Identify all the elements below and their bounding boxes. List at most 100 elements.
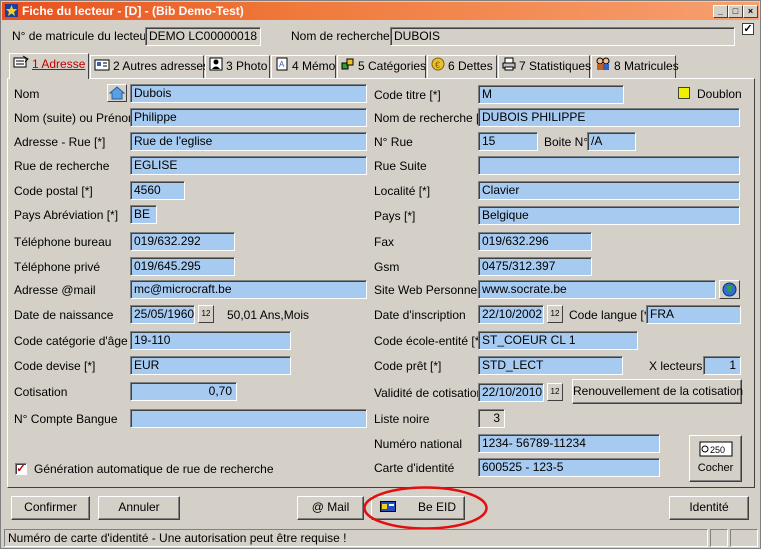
boite-field[interactable]: /A bbox=[587, 132, 636, 151]
svg-text:€: € bbox=[435, 60, 440, 70]
tel-bureau-field[interactable]: 019/632.292 bbox=[130, 232, 235, 251]
tab-categories[interactable]: 5 Catégories bbox=[337, 55, 426, 78]
doublon-label: Doublon bbox=[697, 87, 742, 101]
gsm-field[interactable]: 0475/312.397 bbox=[478, 257, 592, 276]
pays-abrev-field[interactable]: BE bbox=[130, 205, 157, 224]
minimize-button[interactable]: _ bbox=[713, 5, 728, 18]
devise-field[interactable]: EUR bbox=[130, 356, 291, 375]
nom-recherche-field[interactable]: DUBOIS PHILIPPE bbox=[478, 108, 740, 127]
langue-field[interactable]: FRA bbox=[646, 305, 741, 324]
code-postal-field[interactable]: 4560 bbox=[130, 181, 185, 200]
photo-icon bbox=[209, 57, 223, 77]
devise-label: Code devise [*] bbox=[14, 359, 96, 373]
gen-auto-checkbox[interactable]: ✓ bbox=[15, 463, 27, 475]
prenom-field[interactable]: Philippe bbox=[130, 108, 367, 127]
tab-dettes-label: 6 Dettes bbox=[448, 59, 493, 73]
memo-icon: A bbox=[275, 57, 289, 77]
globe-icon[interactable] bbox=[719, 280, 740, 299]
title-bar[interactable]: Fiche du lecteur - [D] - (Bib Demo-Test)… bbox=[2, 2, 759, 20]
annuler-button[interactable]: Annuler bbox=[98, 496, 180, 520]
validite-field[interactable]: 22/10/2010 bbox=[478, 383, 544, 402]
renouvellement-button[interactable]: Renouvellement de la cotisation bbox=[572, 379, 743, 404]
cotisation-field[interactable]: 0,70 bbox=[130, 382, 237, 401]
tab-adresse[interactable]: 1 Adresse bbox=[9, 53, 89, 79]
inscription-label: Date d'inscription bbox=[374, 308, 466, 322]
tab-dettes[interactable]: €6 Dettes bbox=[427, 55, 497, 78]
rue-field[interactable]: Rue de l'eglise bbox=[130, 132, 367, 151]
code-postal-label: Code postal [*] bbox=[14, 184, 93, 198]
rue-recherche-label: Rue de recherche bbox=[14, 159, 110, 173]
address-card-icon bbox=[94, 57, 110, 77]
num-rue-field[interactable]: 15 bbox=[478, 132, 538, 151]
house-icon[interactable] bbox=[107, 84, 127, 102]
langue-label: Code langue [*] bbox=[569, 308, 652, 322]
pays-field[interactable]: Belgique bbox=[478, 206, 740, 225]
prenom-label: Nom (suite) ou Prénom bbox=[14, 111, 139, 125]
mail-button[interactable]: @ Mail bbox=[297, 496, 364, 520]
cocher-label: Cocher bbox=[697, 462, 734, 474]
nom-field[interactable]: Dubois bbox=[130, 84, 367, 103]
tab-photo[interactable]: 3 Photo bbox=[205, 55, 270, 78]
rue-suite-field[interactable] bbox=[478, 156, 740, 175]
coins-icon: € bbox=[431, 57, 445, 77]
pays-label: Pays [*] bbox=[374, 209, 416, 223]
matricule-field[interactable]: DEMO LC00000018 bbox=[145, 27, 261, 46]
close-button[interactable]: × bbox=[743, 5, 758, 18]
identite-button[interactable]: Identité bbox=[669, 496, 749, 520]
cocher-button[interactable]: 250 Cocher bbox=[689, 435, 742, 482]
confirmer-button[interactable]: Confirmer bbox=[11, 496, 90, 520]
localite-label: Localité [*] bbox=[374, 184, 431, 198]
num-rue-label: N° Rue bbox=[374, 135, 413, 149]
compte-label: N° Compte Bangue bbox=[14, 412, 118, 426]
cat-age-field[interactable]: 19-110 bbox=[130, 331, 291, 350]
tab-autres-adresses[interactable]: 2 Autres adresses bbox=[90, 55, 209, 78]
inscription-calendar-icon[interactable]: 12 bbox=[547, 305, 563, 323]
ecole-field[interactable]: ST_COEUR CL 1 bbox=[478, 331, 638, 350]
fax-field[interactable]: 019/632.296 bbox=[478, 232, 592, 251]
naissance-label: Date de naissance bbox=[14, 308, 114, 322]
site-web-label: Site Web Personnel bbox=[374, 283, 480, 297]
app-icon bbox=[5, 4, 18, 17]
compte-field[interactable] bbox=[130, 409, 367, 428]
tab-photo-label: 3 Photo bbox=[226, 59, 268, 73]
pays-abrev-label: Pays Abréviation [*] bbox=[14, 208, 119, 222]
highlight-ellipse bbox=[363, 486, 488, 530]
fax-label: Fax bbox=[374, 235, 395, 249]
gen-auto-label: Génération automatique de rue de recherc… bbox=[34, 462, 274, 476]
rue-recherche-field[interactable]: EGLISE bbox=[130, 156, 367, 175]
corner-checkbox[interactable]: ✓ bbox=[742, 23, 754, 35]
nom-recherche-header-field[interactable]: DUBOIS bbox=[390, 27, 735, 46]
tel-prive-field[interactable]: 019/645.295 bbox=[130, 257, 235, 276]
validite-calendar-icon[interactable]: 12 bbox=[547, 383, 563, 401]
carte-identite-field[interactable]: 600525 - 123-5 bbox=[478, 458, 660, 477]
carte-identite-label: Carte d'identité bbox=[374, 461, 455, 475]
printer-icon bbox=[502, 57, 516, 77]
tab-memo[interactable]: A 4 Mémo bbox=[271, 55, 336, 78]
stamp-icon: 250 bbox=[690, 440, 741, 461]
localite-field[interactable]: Clavier bbox=[478, 181, 740, 200]
status-panel-1 bbox=[710, 529, 728, 547]
doublon-checkbox[interactable] bbox=[678, 87, 690, 99]
maximize-button[interactable]: □ bbox=[728, 5, 743, 18]
liste-noire-field[interactable]: 3 bbox=[478, 409, 505, 428]
site-web-field[interactable]: www.socrate.be bbox=[478, 280, 716, 299]
tab-matricules[interactable]: 8 Matricules bbox=[591, 55, 679, 78]
pret-field[interactable]: STD_LECT bbox=[478, 356, 623, 375]
email-field[interactable]: mc@microcraft.be bbox=[130, 280, 367, 299]
categories-icon bbox=[341, 57, 355, 77]
age-text: 50,01 Ans,Mois bbox=[227, 308, 310, 322]
tab-memo-label: 4 Mémo bbox=[292, 59, 336, 73]
inscription-field[interactable]: 22/10/2002 bbox=[478, 305, 544, 324]
rue-suite-label: Rue Suite bbox=[374, 159, 427, 173]
code-titre-field[interactable]: M bbox=[478, 85, 624, 104]
numero-national-field[interactable]: 1234- 56789-11234 bbox=[478, 434, 660, 453]
nom-label: Nom bbox=[14, 87, 40, 101]
boite-label: Boite N° bbox=[544, 135, 589, 149]
stamp-icon-text: 250 bbox=[710, 445, 725, 455]
ecole-label: Code école-entité [*] bbox=[374, 334, 483, 348]
people-icon bbox=[595, 57, 611, 77]
x-lecteurs-field[interactable]: 1 bbox=[703, 356, 741, 375]
naissance-field[interactable]: 25/05/1960 bbox=[130, 305, 195, 324]
calendar-icon[interactable]: 12 bbox=[198, 305, 214, 323]
tab-statistiques[interactable]: 7 Statistiques bbox=[498, 55, 591, 78]
